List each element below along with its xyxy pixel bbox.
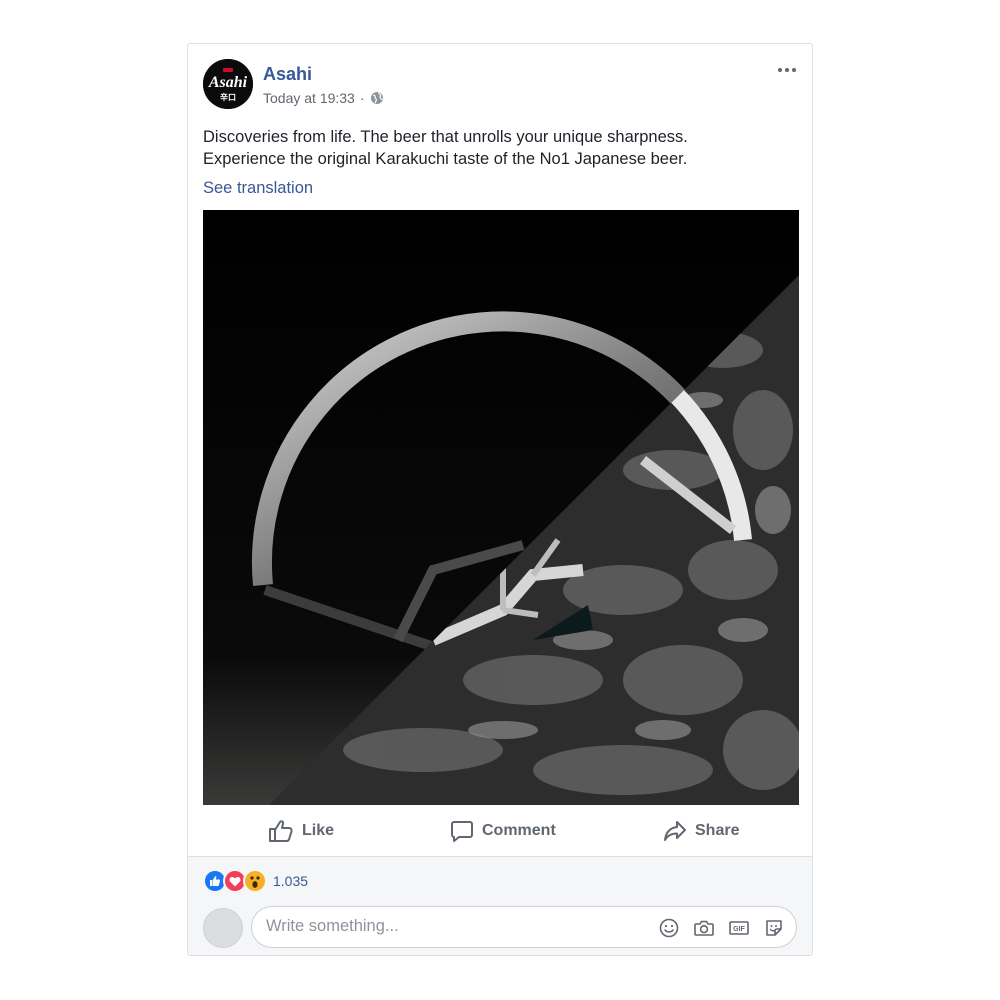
more-icon [778, 68, 796, 72]
post-actions: Like Comment Share [188, 814, 812, 858]
emoji-icon[interactable] [658, 917, 680, 939]
like-button[interactable]: Like [268, 814, 334, 848]
camera-icon[interactable] [693, 917, 715, 939]
see-translation-link[interactable]: See translation [203, 179, 313, 198]
asahi-logo-icon: Asahi 辛口 [203, 59, 253, 109]
svg-text:GIF: GIF [733, 926, 745, 933]
share-arrow-icon [664, 821, 686, 841]
post-timestamp[interactable]: Today at 19:33 [263, 90, 355, 106]
share-label: Share [695, 822, 740, 839]
page-avatar[interactable]: Asahi 辛口 [203, 59, 253, 109]
caption-line: Experience the original Karakuchi taste … [203, 150, 688, 168]
page-name-link[interactable]: Asahi [263, 64, 312, 85]
post-footer: 1.035 GIF [188, 856, 812, 955]
comment-input[interactable] [266, 917, 626, 936]
globe-icon[interactable] [370, 91, 384, 105]
post-image[interactable] [203, 210, 799, 805]
caption-line: Discoveries from life. The beer that unr… [203, 128, 688, 146]
viewer-avatar[interactable] [203, 908, 243, 948]
post-meta: Today at 19:33 · [263, 90, 384, 106]
reactions-summary[interactable]: 1.035 [203, 869, 308, 893]
gif-icon[interactable]: GIF [728, 917, 750, 939]
meta-separator: · [359, 90, 365, 106]
thumbs-up-icon [269, 820, 293, 842]
comment-composer: GIF [251, 906, 797, 948]
comment-bubble-icon [451, 821, 473, 842]
comment-label: Comment [482, 822, 556, 839]
reaction-count: 1.035 [273, 873, 309, 889]
post-card: Asahi 辛口 Asahi Today at 19:33 · Discover… [187, 43, 813, 956]
wow-reaction-icon [243, 869, 267, 893]
fan-artwork-image [203, 210, 799, 805]
logo-wordmark: Asahi [208, 74, 248, 91]
post-caption: Discoveries from life. The beer that unr… [203, 126, 793, 170]
share-button[interactable]: Share [663, 814, 739, 848]
more-options-button[interactable] [772, 60, 802, 80]
like-label: Like [302, 822, 335, 839]
comment-button[interactable]: Comment [450, 814, 556, 848]
logo-subtext: 辛口 [220, 92, 236, 102]
sticker-icon[interactable] [763, 917, 785, 939]
